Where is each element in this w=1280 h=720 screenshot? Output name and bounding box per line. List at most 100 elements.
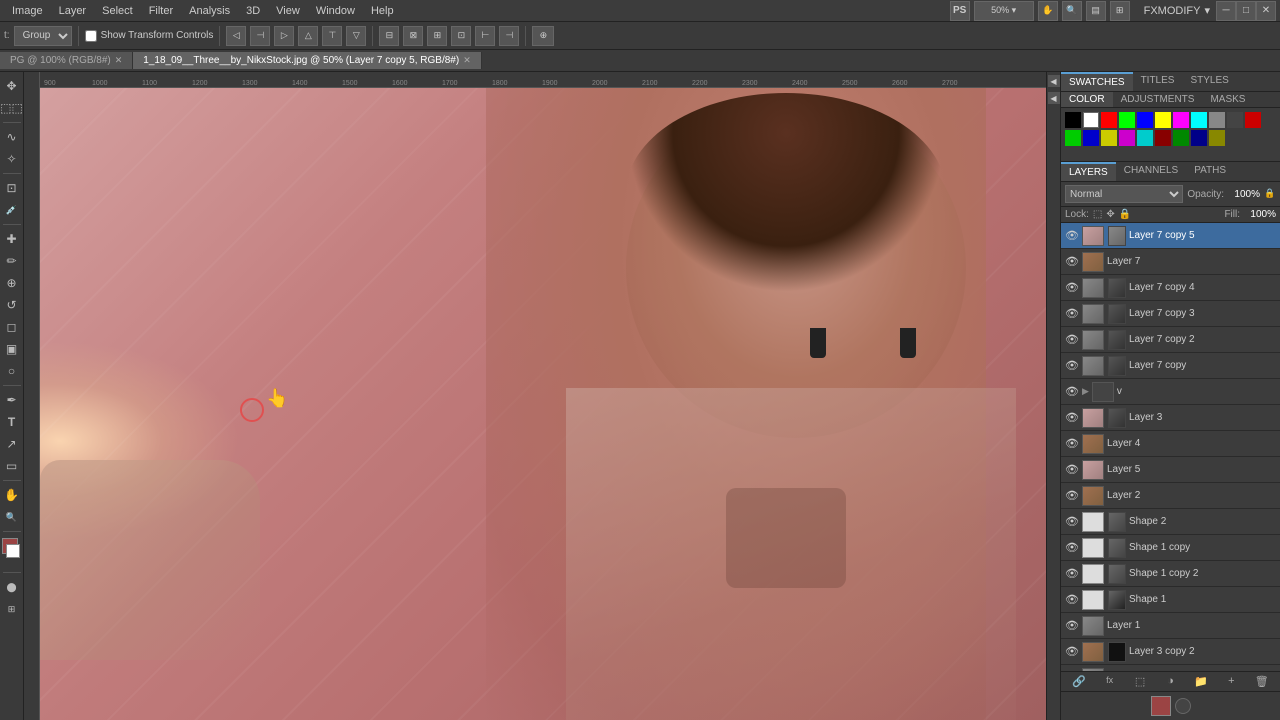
- tool-lasso[interactable]: ∿: [2, 127, 22, 147]
- tool-text[interactable]: T: [2, 412, 22, 432]
- tab-1[interactable]: PG @ 100% (RGB/8#) ✕: [0, 52, 133, 69]
- background-color[interactable]: [6, 544, 20, 558]
- tab-1-close[interactable]: ✕: [115, 55, 123, 66]
- show-transform-checkbox[interactable]: [85, 30, 97, 42]
- layer-item-l11[interactable]: 👁 Layer 2: [1061, 483, 1280, 509]
- swatch-teal[interactable]: [1137, 130, 1153, 146]
- layer-eye-l12[interactable]: 👁: [1065, 515, 1079, 528]
- toolbar-zoom-icon[interactable]: 🔍: [1062, 1, 1082, 21]
- layer-btn-mask[interactable]: ⬚: [1130, 675, 1150, 688]
- layer-btn-delete[interactable]: 🗑: [1252, 675, 1272, 688]
- collapse-bottom-btn[interactable]: ◀: [1048, 92, 1060, 104]
- tool-history[interactable]: ↺: [2, 295, 22, 315]
- tool-clone[interactable]: ⊕: [2, 273, 22, 293]
- toolbar-hand-btn[interactable]: ✋: [1038, 1, 1058, 21]
- window-minimize-btn[interactable]: ─: [1216, 1, 1236, 21]
- lock-all-icon[interactable]: 🔒: [1119, 209, 1131, 220]
- layer-eye-l5[interactable]: 👁: [1065, 333, 1079, 346]
- swatch-maroon[interactable]: [1155, 130, 1171, 146]
- menu-help[interactable]: Help: [363, 3, 402, 19]
- layer-eye-l10[interactable]: 👁: [1065, 463, 1079, 476]
- layer-eye-l8[interactable]: 👁: [1065, 411, 1079, 424]
- distribute-center-v-icon[interactable]: ⊢: [475, 26, 495, 46]
- tool-dodge[interactable]: ○: [2, 361, 22, 381]
- align-bottom-icon[interactable]: ▽: [346, 26, 366, 46]
- swatch-purple[interactable]: [1119, 130, 1135, 146]
- distribute-bottom-icon[interactable]: ⊣: [499, 26, 519, 46]
- layer-item-l8[interactable]: 👁 Layer 3: [1061, 405, 1280, 431]
- align-right-icon[interactable]: ▷: [274, 26, 294, 46]
- distribute-right-icon[interactable]: ⊞: [427, 26, 447, 46]
- tab-titles[interactable]: TITLES: [1133, 72, 1183, 91]
- collapse-top-btn[interactable]: ◀: [1048, 75, 1060, 87]
- canvas-area[interactable]: 900 1000 1100 1200 1300 1400 1500 1600 1…: [24, 72, 1046, 720]
- layer-eye-l7[interactable]: 👁: [1065, 385, 1079, 398]
- layer-blend-mode-select[interactable]: Normal Multiply Screen Overlay: [1065, 185, 1183, 203]
- layer-item-l12[interactable]: 👁 Shape 2: [1061, 509, 1280, 535]
- lock-pixels-icon[interactable]: ⬚: [1093, 209, 1102, 220]
- tool-eraser[interactable]: ◻: [2, 317, 22, 337]
- distribute-center-h-icon[interactable]: ⊠: [403, 26, 423, 46]
- swatch-forest[interactable]: [1173, 130, 1189, 146]
- layer-item-l6[interactable]: 👁 Layer 7 copy: [1061, 353, 1280, 379]
- layer-eye-l17[interactable]: 👁: [1065, 645, 1079, 658]
- menu-layer[interactable]: Layer: [51, 3, 95, 19]
- layer-eye-l9[interactable]: 👁: [1065, 437, 1079, 450]
- layer-eye-l3[interactable]: 👁: [1065, 281, 1079, 294]
- tool-zoom[interactable]: 🔍: [2, 507, 22, 527]
- tool-gradient[interactable]: ▣: [2, 339, 22, 359]
- layer-btn-folder[interactable]: 📁: [1191, 675, 1211, 688]
- menu-3d[interactable]: 3D: [238, 3, 268, 19]
- layer-item-l3[interactable]: 👁 Layer 7 copy 4: [1061, 275, 1280, 301]
- swatch-yellow[interactable]: [1155, 112, 1171, 128]
- subtab-color[interactable]: COLOR: [1061, 92, 1113, 107]
- opacity-lock-icon[interactable]: 🔒: [1264, 188, 1276, 200]
- bottom-circle-btn[interactable]: [1175, 698, 1191, 714]
- tool-mask-mode[interactable]: ⬤: [2, 577, 22, 597]
- layer-btn-fx[interactable]: fx: [1100, 675, 1120, 688]
- mode-select[interactable]: Group: [14, 26, 72, 46]
- layer-eye-l16[interactable]: 👁: [1065, 619, 1079, 632]
- swatch-dark-green[interactable]: [1065, 130, 1081, 146]
- tool-select[interactable]: ⬚: [2, 98, 22, 118]
- tool-crop[interactable]: ⊡: [2, 178, 22, 198]
- swatch-dark-red[interactable]: [1245, 112, 1261, 128]
- swatch-black[interactable]: [1065, 112, 1081, 128]
- layer-eye-l2[interactable]: 👁: [1065, 255, 1079, 268]
- tab-2[interactable]: 1_18_09__Three__by_NikxStock.jpg @ 50% (…: [133, 52, 481, 69]
- window-close-btn[interactable]: ✕: [1256, 1, 1276, 21]
- layer-eye-l15[interactable]: 👁: [1065, 593, 1079, 606]
- layer-item-l15[interactable]: 👁 Shape 1: [1061, 587, 1280, 613]
- swatch-cyan[interactable]: [1191, 112, 1207, 128]
- tool-eyedrop[interactable]: 💉: [2, 200, 22, 220]
- layer-eye-l11[interactable]: 👁: [1065, 489, 1079, 502]
- layer-eye-l6[interactable]: 👁: [1065, 359, 1079, 372]
- menu-view[interactable]: View: [268, 3, 308, 19]
- layer-eye-l4[interactable]: 👁: [1065, 307, 1079, 320]
- layer-item-l9[interactable]: 👁 Layer 4: [1061, 431, 1280, 457]
- auto-align-icon[interactable]: ⊕: [532, 26, 554, 46]
- menu-select[interactable]: Select: [94, 3, 141, 19]
- swatch-olive[interactable]: [1101, 130, 1117, 146]
- subtab-adjustments[interactable]: ADJUSTMENTS: [1113, 92, 1203, 107]
- tab-2-close[interactable]: ✕: [463, 55, 471, 66]
- toolbar-zoom-btn[interactable]: 50% ▾: [974, 1, 1034, 21]
- toolbar-levels-icon[interactable]: ▤: [1086, 1, 1106, 21]
- tab-swatches[interactable]: SWATCHES: [1061, 72, 1133, 91]
- layer-item-l5[interactable]: 👁 Layer 7 copy 2: [1061, 327, 1280, 353]
- toolbar-layout-icon[interactable]: ⊞: [1110, 1, 1130, 21]
- layer-eye-l1[interactable]: 👁: [1065, 229, 1079, 242]
- tool-shape[interactable]: ▭: [2, 456, 22, 476]
- bottom-fg-color[interactable]: [1151, 696, 1171, 716]
- menu-window[interactable]: Window: [308, 3, 363, 19]
- tool-magic[interactable]: ✧: [2, 149, 22, 169]
- toolbar-ps-icon[interactable]: PS: [950, 1, 970, 21]
- tool-move[interactable]: [2, 76, 22, 96]
- align-center-v-icon[interactable]: ⊤: [322, 26, 342, 46]
- swatch-dark-blue[interactable]: [1083, 130, 1099, 146]
- swatch-green[interactable]: [1119, 112, 1135, 128]
- layer-arrow-l7[interactable]: ▶: [1082, 386, 1089, 397]
- layer-eye-l13[interactable]: 👁: [1065, 541, 1079, 554]
- swatch-khaki[interactable]: [1209, 130, 1225, 146]
- window-maximize-btn[interactable]: □: [1236, 1, 1256, 21]
